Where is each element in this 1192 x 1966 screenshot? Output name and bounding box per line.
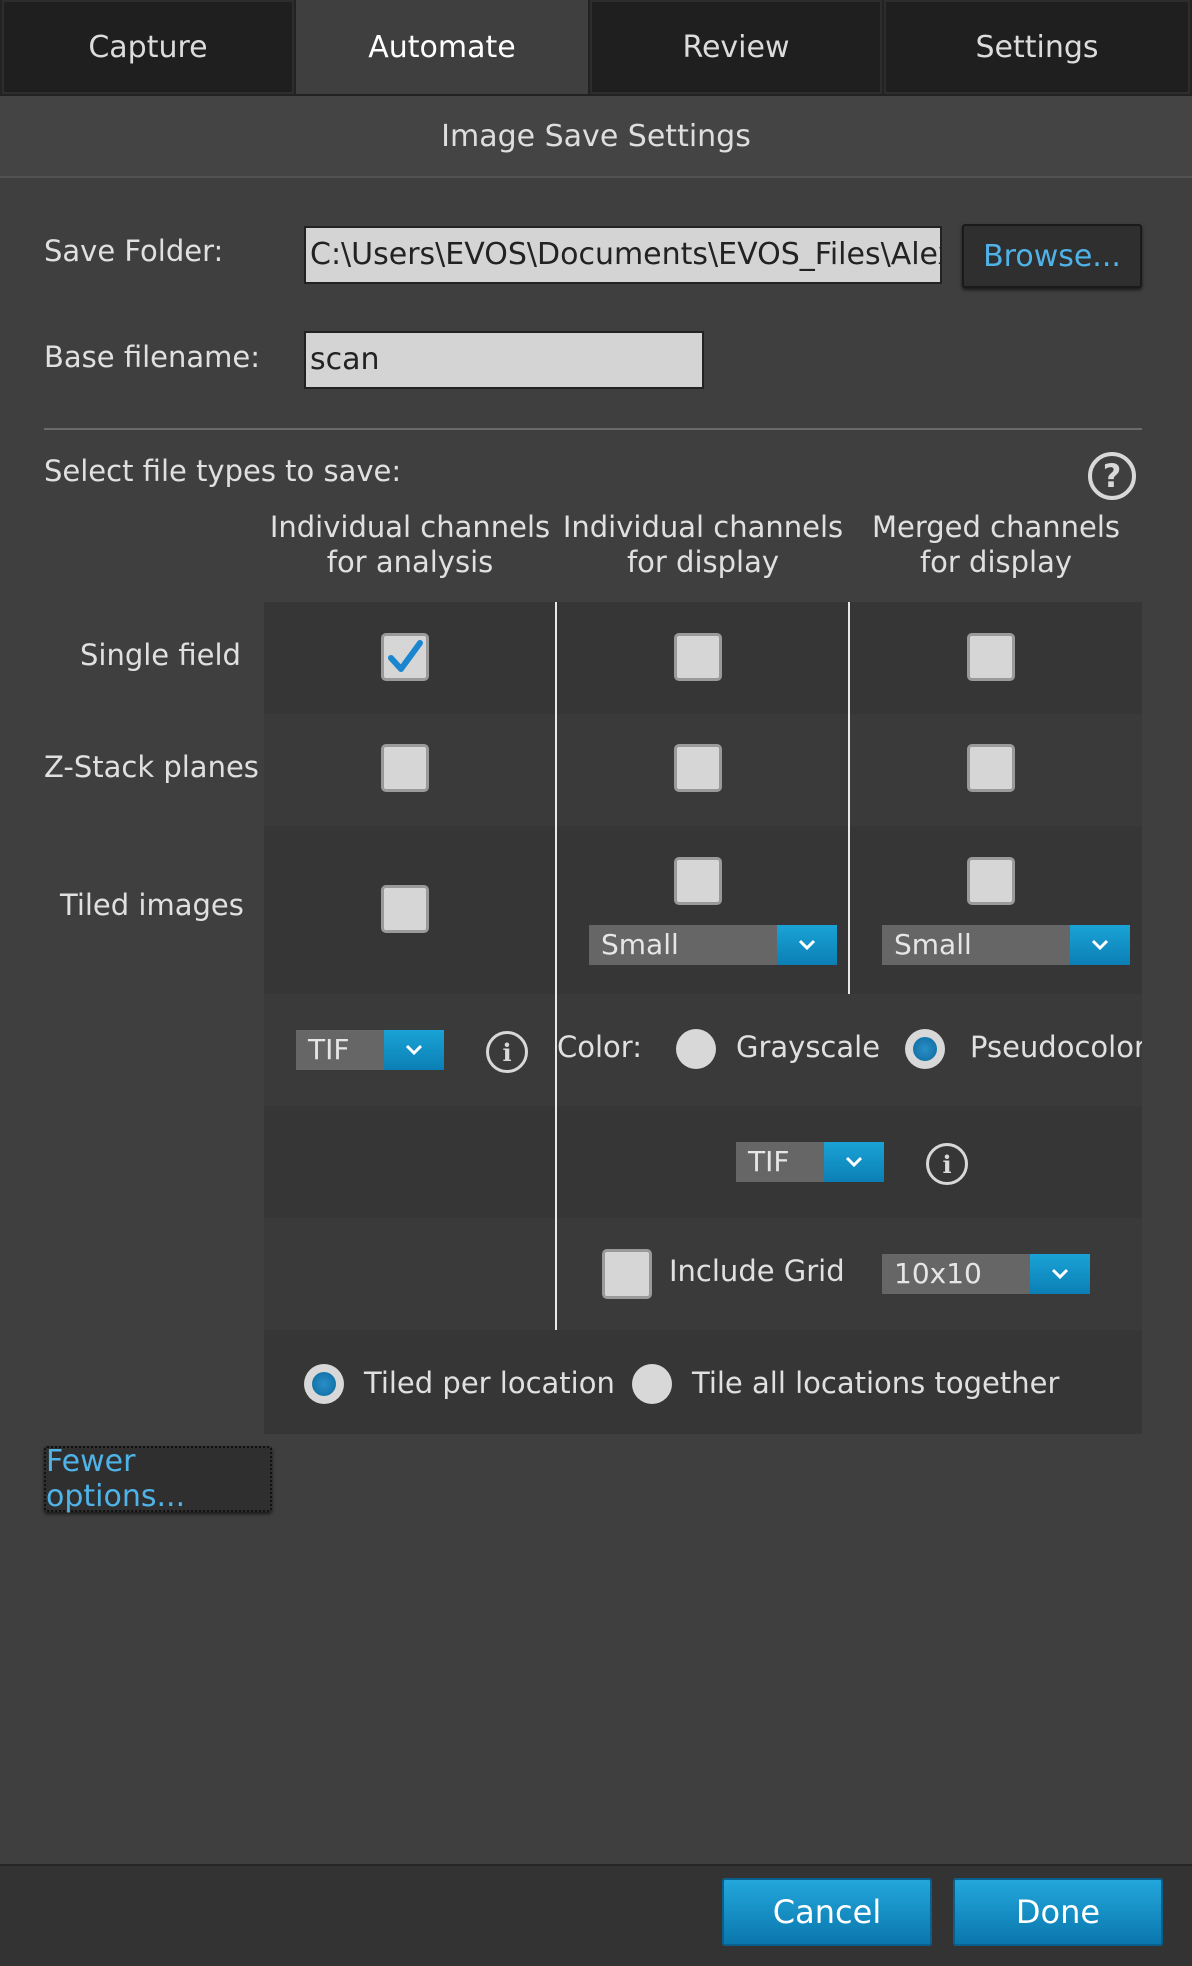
col-header-analysis: Individual channels for analysis	[264, 510, 556, 580]
checkmark-icon	[388, 640, 423, 672]
chevron-down-icon[interactable]	[777, 925, 837, 965]
save-folder-field[interactable]: C:\Users\EVOS\Documents\EVOS_Files\Alex …	[304, 226, 942, 284]
col-header-line: for display	[919, 545, 1073, 579]
grid-size-dropdown[interactable]: 10x10	[882, 1254, 1090, 1294]
checkbox-single-analysis[interactable]	[381, 633, 429, 681]
analysis-format-dropdown[interactable]: TIF	[296, 1030, 444, 1070]
row-label-zstack: Z-Stack planes	[44, 750, 259, 784]
col-header-line: Merged channels	[871, 510, 1120, 544]
tile-all-together-label: Tile all locations together	[692, 1366, 1060, 1400]
base-filename-label: Base filename:	[44, 340, 261, 374]
col-header-line: for analysis	[326, 545, 494, 579]
tab-review[interactable]: Review	[590, 0, 882, 94]
col-header-display: Individual channels for display	[556, 510, 850, 580]
tile-size-merged-dropdown[interactable]: Small	[882, 925, 1130, 965]
info-icon[interactable]: i	[486, 1031, 528, 1073]
base-filename-field[interactable]: scan	[304, 331, 704, 389]
save-folder-label: Save Folder:	[44, 234, 224, 268]
fewer-options-button[interactable]: Fewer options...	[44, 1444, 272, 1514]
checkbox-tiled-analysis[interactable]	[381, 885, 429, 933]
radio-tile-all-together[interactable]	[632, 1364, 672, 1404]
table-row	[264, 1106, 1142, 1218]
file-types-label: Select file types to save:	[44, 454, 402, 488]
chevron-down-icon[interactable]	[1070, 925, 1130, 965]
checkbox-zstack-analysis[interactable]	[381, 744, 429, 792]
dropdown-value: TIF	[296, 1030, 384, 1070]
include-grid-checkbox[interactable]	[602, 1249, 652, 1299]
tab-capture[interactable]: Capture	[2, 0, 294, 94]
radio-grayscale[interactable]	[676, 1029, 716, 1069]
checkbox-single-merged[interactable]	[967, 633, 1015, 681]
panel-title: Image Save Settings	[0, 96, 1192, 178]
dropdown-value: TIF	[736, 1142, 824, 1182]
tab-automate[interactable]: Automate	[296, 0, 588, 94]
checkbox-zstack-display[interactable]	[674, 744, 722, 792]
column-divider	[555, 602, 557, 1330]
chevron-down-icon[interactable]	[824, 1142, 884, 1182]
row-label-single-field: Single field	[80, 638, 241, 672]
col-header-merged: Merged channels for display	[850, 510, 1142, 580]
row-label-tiled: Tiled images	[60, 888, 244, 922]
checkbox-tiled-merged[interactable]	[967, 857, 1015, 905]
col-header-line: Individual channels	[269, 510, 551, 544]
tile-size-display-dropdown[interactable]: Small	[589, 925, 837, 965]
radio-pseudocolor[interactable]	[905, 1029, 945, 1069]
dropdown-value: Small	[882, 925, 1070, 965]
column-divider	[848, 602, 850, 994]
col-header-line: Individual channels	[562, 510, 844, 544]
pseudocolor-label: Pseudocolor	[970, 1030, 1142, 1064]
cancel-button[interactable]: Cancel	[722, 1878, 932, 1946]
checkbox-single-display[interactable]	[674, 633, 722, 681]
display-format-dropdown[interactable]: TIF	[736, 1142, 884, 1182]
dropdown-value: 10x10	[882, 1254, 1030, 1294]
tiled-per-location-label: Tiled per location	[364, 1366, 615, 1400]
tab-settings[interactable]: Settings	[884, 0, 1190, 94]
col-header-line: for display	[626, 545, 780, 579]
divider	[44, 428, 1142, 430]
chevron-down-icon[interactable]	[1030, 1254, 1090, 1294]
question-circle-icon[interactable]: ?	[1088, 452, 1136, 500]
color-label: Color:	[557, 1030, 642, 1064]
checkbox-zstack-merged[interactable]	[967, 744, 1015, 792]
chevron-down-icon[interactable]	[384, 1030, 444, 1070]
browse-button[interactable]: Browse...	[962, 224, 1142, 288]
include-grid-label: Include Grid	[669, 1254, 845, 1288]
tab-bar: Capture Automate Review Settings	[0, 0, 1192, 96]
grayscale-label: Grayscale	[736, 1030, 881, 1064]
radio-tiled-per-location[interactable]	[304, 1364, 344, 1404]
info-icon[interactable]: i	[926, 1143, 968, 1185]
dropdown-value: Small	[589, 925, 777, 965]
checkbox-tiled-display[interactable]	[674, 857, 722, 905]
done-button[interactable]: Done	[953, 1878, 1163, 1946]
